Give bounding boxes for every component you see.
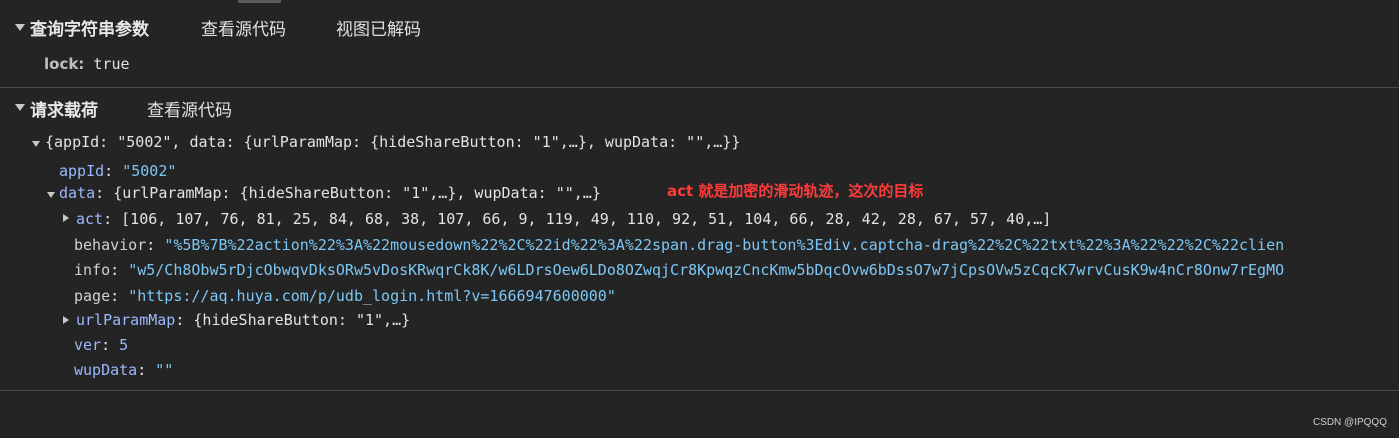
expand-triangle-icon[interactable]	[63, 316, 69, 324]
query-section-title[interactable]: 查询字符串参数	[30, 15, 149, 40]
top-scroll-indicator	[238, 0, 281, 3]
tree-row-act[interactable]: act: [106, 107, 76, 81, 25, 84, 68, 38, …	[76, 210, 1051, 228]
watermark-text: CSDN @IPQQQ	[1312, 417, 1387, 428]
property-value: {urlParamMap: {hideShareButton: "1",…}, …	[113, 184, 601, 202]
collapse-triangle-icon[interactable]	[15, 104, 25, 111]
expand-triangle-icon[interactable]	[47, 192, 55, 198]
expand-triangle-icon[interactable]	[32, 141, 40, 147]
expand-triangle-icon[interactable]	[63, 214, 69, 222]
property-value: [106, 107, 76, 81, 25, 84, 68, 38, 107, …	[121, 210, 1052, 228]
property-key: behavior	[74, 236, 147, 254]
section-divider	[0, 390, 1399, 391]
tree-row-data[interactable]: data: {urlParamMap: {hideShareButton: "1…	[59, 184, 601, 202]
property-value: 5	[119, 336, 129, 354]
property-value: "5002"	[122, 162, 177, 180]
tree-row-ver[interactable]: ver: 5	[74, 336, 128, 354]
tree-row-urlparammap[interactable]: urlParamMap: {hideShareButton: "1",…}	[76, 311, 410, 329]
param-value: true	[93, 55, 130, 73]
tree-row-wupdata[interactable]: wupData: ""	[74, 361, 173, 379]
property-key: data	[59, 184, 96, 202]
property-key: page	[74, 287, 111, 305]
property-value: {hideShareButton: "1",…}	[193, 311, 411, 329]
tree-row-page[interactable]: page: "https://aq.huya.com/p/udb_login.h…	[74, 287, 616, 305]
property-key: appId	[59, 162, 105, 180]
payload-root-summary[interactable]: {appId: "5002", data: {urlParamMap: {hid…	[45, 133, 740, 151]
tree-row-info[interactable]: info: "w5/Ch8Obw5rDjcObwqvDksORw5vDosKRw…	[74, 261, 1284, 279]
tree-row-appid[interactable]: appId: "5002"	[59, 162, 176, 180]
collapse-triangle-icon[interactable]	[15, 24, 25, 31]
section-divider	[0, 87, 1399, 88]
property-key: urlParamMap	[76, 311, 176, 329]
red-annotation-note: act 就是加密的滑动轨迹，这次的目标	[667, 182, 924, 200]
query-param-row: lock: true	[44, 54, 130, 73]
property-value: "w5/Ch8Obw5rDjcObwqvDksORw5vDosKRwqrCk8K…	[128, 261, 1285, 279]
view-source-button[interactable]: 查看源代码	[201, 15, 286, 40]
property-key: wupData	[74, 361, 138, 379]
property-value: ""	[155, 361, 174, 379]
property-key: act	[76, 210, 104, 228]
param-key: lock:	[44, 55, 85, 73]
property-value: "https://aq.huya.com/p/udb_login.html?v=…	[128, 287, 616, 305]
tree-row-behavior[interactable]: behavior: "%5B%7B%22action%22%3A%22mouse…	[74, 236, 1284, 254]
property-key: info	[74, 261, 111, 279]
payload-section-title[interactable]: 请求载荷	[30, 96, 98, 121]
view-decoded-button[interactable]: 视图已解码	[336, 15, 421, 40]
property-value: "%5B%7B%22action%22%3A%22mousedown%22%2C…	[164, 236, 1285, 254]
property-key: ver	[74, 336, 102, 354]
view-source-button[interactable]: 查看源代码	[147, 96, 232, 121]
